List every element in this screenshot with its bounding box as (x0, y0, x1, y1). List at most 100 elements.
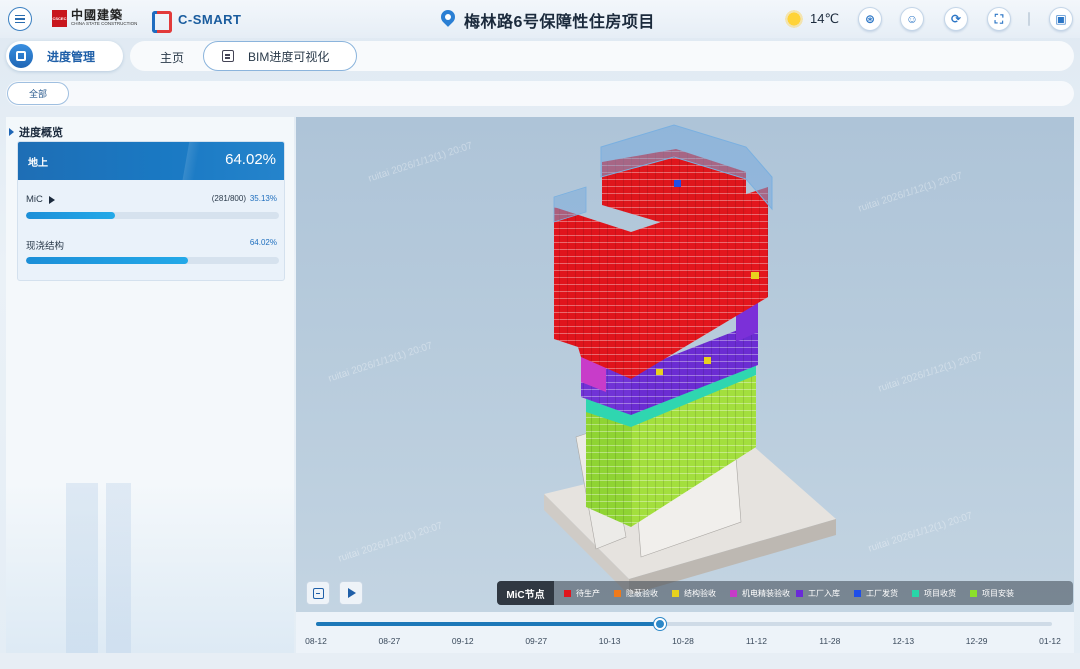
legend-swatch (672, 589, 679, 597)
location-pin-icon (440, 10, 456, 30)
timeline-date-label: 08-27 (378, 636, 401, 646)
fullscreen-icon[interactable]: ⛶ (987, 7, 1011, 31)
document-icon (222, 50, 234, 62)
filter-all-button[interactable]: 全部 (7, 82, 69, 105)
bim-3d-viewer[interactable]: ruitai 2026/1/12(1) 20:07 ruitai 2026/1/… (296, 117, 1074, 612)
cast-in-place-progress-bar (26, 257, 279, 264)
timeline-date-label: 09-12 (451, 636, 474, 646)
legend-item: 工厂发货 (854, 588, 898, 599)
timeline-date-label: 11-28 (819, 636, 841, 646)
mic-legend: MiC节点 待生产 隐蔽验收 结构验收 机电精装验收 工厂入库 工厂发货 项目收… (497, 581, 1073, 605)
timeline-handle[interactable] (654, 618, 667, 630)
legend-item: 结构验收 (672, 588, 716, 599)
project-title-wrap: 梅林路6号保障性住房项目 (440, 8, 655, 32)
user-glyph: ☺ (905, 12, 919, 26)
yellow-module (751, 272, 759, 279)
overview-card: 地上 64.02% MiC (281/800) 35.13% 现浇结构 64.0… (17, 141, 285, 281)
caret-right-icon (9, 128, 14, 136)
play-button[interactable] (339, 581, 363, 605)
mic-row-label[interactable]: MiC (26, 194, 55, 205)
legend-item: 待生产 (564, 588, 600, 599)
timeline-date-label: 11-12 (745, 636, 767, 646)
legend-swatch (970, 589, 977, 597)
refresh-icon[interactable]: ⟳ (944, 7, 968, 31)
timeline-track[interactable] (316, 618, 1052, 630)
overview-label: 地上 (28, 158, 48, 169)
tab-bim-label: BIM进度可视化 (248, 49, 330, 64)
timeline-progress (316, 622, 661, 626)
cscec-logo-mark: CSCEC (52, 9, 67, 27)
legend-swatch (614, 589, 621, 597)
legend-label: 待生产 (576, 588, 600, 598)
module-progress-management[interactable]: 进度管理 (6, 41, 123, 71)
legend-swatch (796, 589, 803, 597)
legend-title: MiC节点 (497, 581, 554, 605)
brand-cn: 中國建築 (71, 8, 124, 22)
cast-in-place-percent: 64.02% (249, 238, 277, 247)
overview-header[interactable]: 地上 64.02% (18, 142, 284, 180)
c-smart-logo-icon (152, 9, 172, 33)
timeline-date-label: 09-27 (525, 636, 548, 646)
progress-module-icon (9, 44, 33, 68)
blue-module (674, 180, 681, 187)
timeline-date-label: 12-29 (965, 636, 988, 646)
refresh-glyph: ⟳ (950, 12, 962, 26)
legend-swatch (854, 589, 861, 597)
timeline-date-label: 08-12 (305, 636, 327, 646)
save-view-button[interactable] (306, 581, 330, 605)
legend-item: 隐蔽验收 (614, 588, 658, 599)
legend-label: 工厂入库 (808, 588, 840, 598)
product-name: C-SMART (178, 11, 242, 27)
mic-count: (281/800) (211, 194, 246, 203)
temperature: 14℃ (810, 11, 840, 26)
mic-progress-fill (26, 212, 115, 219)
legend-item: 项目安装 (970, 588, 1014, 599)
brand-en: CHINA STATE CONSTRUCTION (71, 21, 138, 26)
cast-in-place-label: 现浇结构 (26, 241, 65, 252)
tab-home[interactable]: 主页 (160, 49, 184, 66)
cast-in-place-row-label: 现浇结构 (26, 238, 64, 252)
legend-swatch (730, 589, 737, 597)
section-title: 进度概览 (9, 124, 63, 140)
overview-percent: 64.02% (225, 151, 276, 168)
filter-bar: 全部 (6, 81, 1074, 106)
timeline-date-label: 10-28 (672, 636, 694, 646)
toolbar-divider (1028, 12, 1030, 26)
weather-widget: 14℃ (784, 9, 839, 29)
legend-swatch (912, 589, 919, 597)
timeline-date-label: 10-13 (598, 636, 621, 646)
mic-label: MiC (26, 194, 43, 205)
fullscreen-glyph: ⛶ (994, 11, 1004, 26)
sun-icon (784, 9, 804, 29)
building-model[interactable] (296, 117, 1074, 612)
compass-glyph: ⊛ (864, 12, 876, 26)
legend-label: 结构验收 (684, 588, 716, 598)
mic-progress-bar (26, 212, 279, 219)
legend-item: 工厂入库 (796, 588, 840, 599)
cast-in-place-progress-fill (26, 257, 188, 264)
mic-percent: 35.13% (249, 194, 277, 203)
legend-label: 项目安装 (982, 588, 1014, 598)
tabs-bar: 主页 BIM进度可视化 (130, 41, 1074, 71)
panel-background-illustration (6, 483, 294, 653)
user-icon[interactable]: ☺ (900, 7, 924, 31)
legend-label: 项目收货 (924, 588, 956, 598)
legend-label: 隐蔽验收 (626, 588, 658, 598)
app-switch-icon[interactable]: ▣ (1049, 7, 1073, 31)
bottom-strip (0, 653, 1080, 669)
play-icon (348, 588, 356, 598)
top-bar: CSCEC 中國建築 CHINA STATE CONSTRUCTION C-SM… (0, 0, 1080, 38)
timeline-date-label: 01-12 (1039, 636, 1061, 646)
timeline: 08-12 08-27 09-12 09-27 10-13 10-28 11-12 11-28… (296, 612, 1074, 653)
cscec-logo: CSCEC 中國建築 CHINA STATE CONSTRUCTION (52, 9, 137, 27)
expand-arrow-icon[interactable] (48, 195, 55, 204)
legend-label: 机电精装验收 (742, 588, 790, 598)
progress-overview-panel: 进度概览 地上 64.02% MiC (281/800) 35.13% 现浇结构… (6, 117, 294, 653)
tab-bim-progress-visualization[interactable]: BIM进度可视化 (203, 41, 357, 71)
compass-icon[interactable]: ⊛ (858, 7, 882, 31)
legend-label: 工厂发货 (866, 588, 898, 598)
save-icon (312, 587, 324, 599)
legend-item: 项目收货 (912, 588, 956, 599)
legend-item: 机电精装验收 (730, 588, 790, 599)
menu-icon[interactable] (8, 7, 32, 31)
